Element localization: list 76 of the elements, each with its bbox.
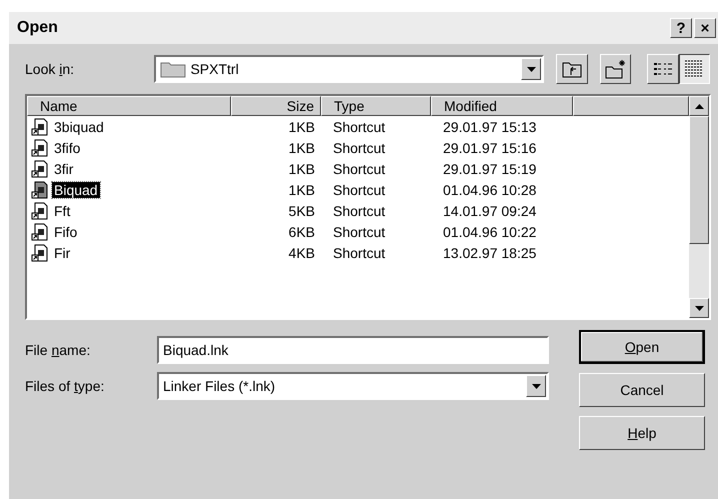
file-size: 5KB	[288, 202, 316, 218]
file-type-label: Files of type:	[25, 378, 106, 394]
file-name: 3fifo	[53, 140, 82, 156]
help-title-button[interactable]: ?	[670, 18, 692, 38]
folder-name: SPXTtrl	[190, 61, 239, 77]
up-folder-icon	[562, 60, 582, 78]
toolbar-button[interactable]	[678, 54, 710, 84]
file-modified: 29.01.97 15:19	[442, 160, 538, 176]
file-size: 1KB	[288, 182, 316, 198]
file-type: Shortcut	[332, 140, 386, 156]
dropdown-button[interactable]	[521, 58, 542, 80]
window-title: Open	[17, 19, 59, 37]
shortcut-icon	[31, 222, 49, 240]
file-modified: 29.01.97 15:13	[442, 118, 538, 134]
file-type-value: Linker Files (*.lnk)	[163, 378, 276, 394]
dialog-button[interactable]: Open	[579, 330, 705, 364]
file-name-label: File name:	[25, 342, 92, 358]
shortcut-icon	[31, 244, 49, 262]
file-size: 6KB	[288, 224, 316, 240]
scroll-up-button[interactable]	[689, 96, 709, 116]
file-name-field[interactable]: Biquad.lnk	[157, 336, 549, 364]
file-row[interactable]: Fft 5KB Shortcut 14.01.97 09:24	[27, 200, 689, 221]
file-name: Fifo	[53, 224, 78, 240]
down-arrow-icon	[526, 66, 536, 72]
dropdown-button[interactable]	[526, 375, 546, 397]
shortcut-icon	[31, 202, 49, 220]
column-header[interactable]: Modified	[431, 96, 573, 116]
file-row[interactable]: Fifo 6KB Shortcut 01.04.96 10:22	[27, 221, 689, 242]
shortcut-icon	[31, 118, 49, 136]
file-size: 1KB	[288, 118, 316, 134]
folder-icon	[160, 60, 186, 78]
file-row[interactable]: Biquad 1KB Shortcut 01.04.96 10:28	[27, 179, 689, 200]
file-type-dropdown[interactable]: Linker Files (*.lnk)	[157, 372, 549, 400]
shortcut-icon	[31, 180, 49, 198]
new-folder-icon	[604, 59, 627, 79]
file-modified: 29.01.97 15:16	[442, 140, 538, 156]
file-modified: 13.02.97 18:25	[442, 244, 538, 260]
file-row[interactable]: 3fir 1KB Shortcut 29.01.97 15:19	[27, 158, 689, 179]
shortcut-icon	[31, 138, 49, 156]
file-type: Shortcut	[332, 160, 386, 176]
scroll-thumb[interactable]	[689, 116, 709, 244]
file-type: Shortcut	[332, 118, 386, 134]
file-size: 1KB	[288, 160, 316, 176]
look-in-label: Look in:	[25, 61, 76, 77]
file-modified: 14.01.97 09:24	[442, 202, 538, 218]
file-name: Fft	[53, 202, 72, 218]
close-button[interactable]: ×	[694, 18, 716, 38]
scrollbar[interactable]	[689, 96, 709, 318]
down-arrow-icon	[532, 384, 540, 388]
file-row[interactable]: 3biquad 1KB Shortcut 29.01.97 15:13	[27, 116, 689, 137]
scroll-down-button[interactable]	[689, 298, 709, 318]
file-name: Biquad	[52, 182, 100, 198]
file-modified: 01.04.96 10:22	[442, 224, 538, 240]
file-size: 4KB	[288, 244, 316, 260]
file-type: Shortcut	[332, 244, 386, 260]
up-arrow-icon	[694, 104, 704, 108]
file-modified: 01.04.96 10:28	[442, 182, 538, 198]
file-type: Shortcut	[332, 182, 386, 198]
down-arrow-icon	[694, 306, 704, 310]
file-type: Shortcut	[332, 224, 386, 240]
column-header[interactable]: Size	[231, 96, 321, 116]
column-header[interactable]: Name	[27, 96, 231, 116]
look-in-dropdown[interactable]: SPXTtrl	[154, 55, 544, 83]
file-size: 1KB	[288, 140, 316, 156]
file-name: Fir	[53, 244, 72, 260]
file-type: Shortcut	[332, 202, 386, 218]
list-view-icon	[652, 61, 673, 77]
dialog-button[interactable]: Help	[579, 416, 705, 450]
file-row[interactable]: Fir 4KB Shortcut 13.02.97 18:25	[27, 242, 689, 263]
dialog-button[interactable]: Cancel	[579, 373, 705, 407]
file-name: 3biquad	[53, 118, 105, 134]
file-row[interactable]: 3fifo 1KB Shortcut 29.01.97 15:16	[27, 137, 689, 158]
file-name: 3fir	[53, 160, 74, 176]
shortcut-icon	[31, 160, 49, 178]
details-view-icon	[684, 60, 704, 78]
column-header[interactable]: Type	[321, 96, 431, 116]
